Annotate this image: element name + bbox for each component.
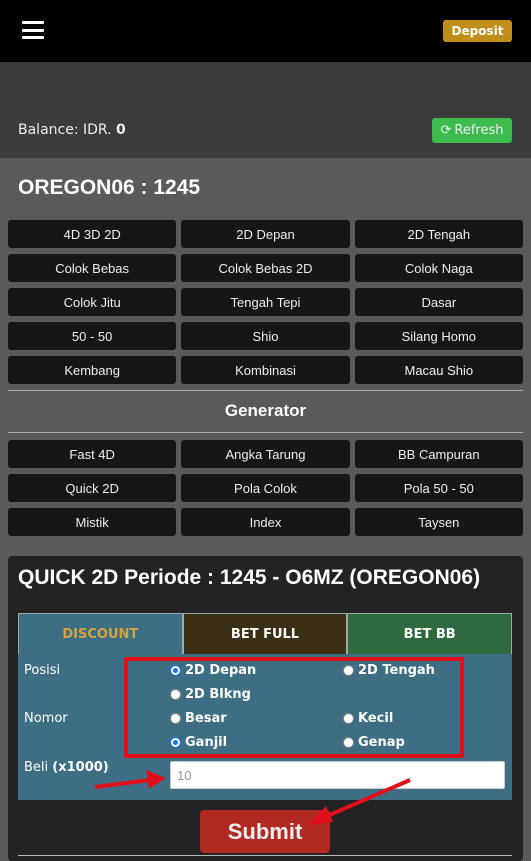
deposit-button[interactable]: Deposit [443,20,512,42]
hamburger-menu-icon[interactable] [22,21,44,39]
game-button-colok-naga[interactable]: Colok Naga [354,254,523,282]
beli-label: Beli (x1000) [24,760,109,775]
generator-button-pola-colok[interactable]: Pola Colok [181,474,350,502]
balance-label: Balance: IDR. [18,122,112,138]
generator-button-mistik[interactable]: Mistik [8,508,177,536]
game-button-tengah-tepi[interactable]: Tengah Tepi [181,288,350,316]
game-button-2d-depan[interactable]: 2D Depan [181,220,350,248]
refresh-button[interactable]: ⟳ Refresh [432,118,512,143]
generator-button-pola-50-50[interactable]: Pola 50 - 50 [354,474,523,502]
divider [8,432,523,433]
nomor-label: Nomor [24,711,68,726]
market-title: OREGON06 : 1245 [18,176,201,199]
bet-tabs: DISCOUNT BET FULL BET BB [18,613,513,654]
game-menu: 4D 3D 2D 2D Depan 2D Tengah Colok Bebas … [8,220,523,384]
game-button-4d-3d-2d[interactable]: 4D 3D 2D [8,220,177,248]
posisi-label: Posisi [24,663,61,678]
beli-label-text: Beli [24,760,49,775]
beli-unit: (x1000) [52,760,109,775]
tab-bet-full[interactable]: BET FULL [182,613,348,654]
divider [8,390,523,391]
balance-area [0,62,531,158]
game-button-2d-tengah[interactable]: 2D Tengah [354,220,523,248]
tab-discount[interactable]: DISCOUNT [18,613,183,654]
game-button-macau-shio[interactable]: Macau Shio [354,356,523,384]
generator-button-quick-2d[interactable]: Quick 2D [8,474,177,502]
generator-button-bb-campuran[interactable]: BB Campuran [354,440,523,468]
generator-button-angka-tarung[interactable]: Angka Tarung [181,440,350,468]
generator-title: Generator [224,401,307,420]
refresh-label: Refresh [454,123,504,138]
game-button-dasar[interactable]: Dasar [354,288,523,316]
top-bar: Deposit [0,0,531,62]
game-button-silang-homo[interactable]: Silang Homo [354,322,523,350]
generator-button-index[interactable]: Index [181,508,350,536]
generator-button-taysen[interactable]: Taysen [354,508,523,536]
game-button-50-50[interactable]: 50 - 50 [8,322,177,350]
game-button-kombinasi[interactable]: Kombinasi [181,356,350,384]
game-button-colok-jitu[interactable]: Colok Jitu [8,288,177,316]
beli-input[interactable]: 10 [170,761,505,789]
refresh-icon: ⟳ [440,123,452,138]
divider [18,855,512,856]
balance-value: 0 [116,122,126,138]
generator-menu: Fast 4D Angka Tarung BB Campuran Quick 2… [8,440,523,536]
panel-title: QUICK 2D Periode : 1245 - O6MZ (OREGON06… [18,566,481,589]
game-button-colok-bebas-2d[interactable]: Colok Bebas 2D [181,254,350,282]
tab-bet-bb[interactable]: BET BB [347,613,513,654]
game-button-kembang[interactable]: Kembang [8,356,177,384]
balance-text: Balance: IDR. 0 [18,122,126,138]
game-button-shio[interactable]: Shio [181,322,350,350]
submit-button[interactable]: Submit [200,810,330,853]
annotation-highlight-box [124,657,464,758]
game-button-colok-bebas[interactable]: Colok Bebas [8,254,177,282]
generator-button-fast-4d[interactable]: Fast 4D [8,440,177,468]
